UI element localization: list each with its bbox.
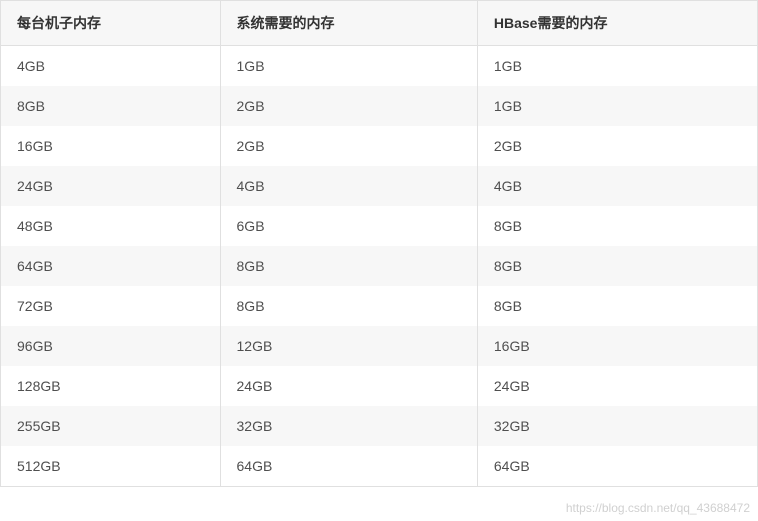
cell-machine: 16GB bbox=[1, 126, 221, 166]
cell-hbase: 24GB bbox=[477, 366, 757, 406]
cell-system: 8GB bbox=[220, 246, 477, 286]
cell-system: 8GB bbox=[220, 286, 477, 326]
table-row: 128GB 24GB 24GB bbox=[1, 366, 758, 406]
table-row: 255GB 32GB 32GB bbox=[1, 406, 758, 446]
cell-hbase: 8GB bbox=[477, 286, 757, 326]
cell-hbase: 8GB bbox=[477, 206, 757, 246]
cell-hbase: 16GB bbox=[477, 326, 757, 366]
cell-hbase: 4GB bbox=[477, 166, 757, 206]
cell-machine: 255GB bbox=[1, 406, 221, 446]
cell-machine: 24GB bbox=[1, 166, 221, 206]
header-hbase-memory: HBase需要的内存 bbox=[477, 1, 757, 46]
cell-machine: 64GB bbox=[1, 246, 221, 286]
cell-system: 4GB bbox=[220, 166, 477, 206]
table-row: 16GB 2GB 2GB bbox=[1, 126, 758, 166]
table-body: 4GB 1GB 1GB 8GB 2GB 1GB 16GB 2GB 2GB 24G… bbox=[1, 46, 758, 487]
header-machine-memory: 每台机子内存 bbox=[1, 1, 221, 46]
cell-hbase: 8GB bbox=[477, 246, 757, 286]
cell-hbase: 2GB bbox=[477, 126, 757, 166]
cell-hbase: 64GB bbox=[477, 446, 757, 487]
table-row: 64GB 8GB 8GB bbox=[1, 246, 758, 286]
table-row: 4GB 1GB 1GB bbox=[1, 46, 758, 87]
cell-machine: 512GB bbox=[1, 446, 221, 487]
cell-machine: 4GB bbox=[1, 46, 221, 87]
cell-system: 32GB bbox=[220, 406, 477, 446]
cell-system: 6GB bbox=[220, 206, 477, 246]
cell-system: 2GB bbox=[220, 126, 477, 166]
cell-system: 64GB bbox=[220, 446, 477, 487]
cell-machine: 72GB bbox=[1, 286, 221, 326]
cell-machine: 128GB bbox=[1, 366, 221, 406]
table-row: 8GB 2GB 1GB bbox=[1, 86, 758, 126]
cell-machine: 96GB bbox=[1, 326, 221, 366]
table-row: 96GB 12GB 16GB bbox=[1, 326, 758, 366]
table-row: 72GB 8GB 8GB bbox=[1, 286, 758, 326]
watermark: https://blog.csdn.net/qq_43688472 bbox=[566, 501, 750, 515]
cell-hbase: 1GB bbox=[477, 86, 757, 126]
cell-hbase: 32GB bbox=[477, 406, 757, 446]
memory-table: 每台机子内存 系统需要的内存 HBase需要的内存 4GB 1GB 1GB 8G… bbox=[0, 0, 758, 487]
table-header-row: 每台机子内存 系统需要的内存 HBase需要的内存 bbox=[1, 1, 758, 46]
table-row: 24GB 4GB 4GB bbox=[1, 166, 758, 206]
cell-system: 1GB bbox=[220, 46, 477, 87]
table-row: 48GB 6GB 8GB bbox=[1, 206, 758, 246]
cell-system: 24GB bbox=[220, 366, 477, 406]
cell-system: 2GB bbox=[220, 86, 477, 126]
header-system-memory: 系统需要的内存 bbox=[220, 1, 477, 46]
cell-system: 12GB bbox=[220, 326, 477, 366]
cell-hbase: 1GB bbox=[477, 46, 757, 87]
cell-machine: 8GB bbox=[1, 86, 221, 126]
cell-machine: 48GB bbox=[1, 206, 221, 246]
table-row: 512GB 64GB 64GB bbox=[1, 446, 758, 487]
